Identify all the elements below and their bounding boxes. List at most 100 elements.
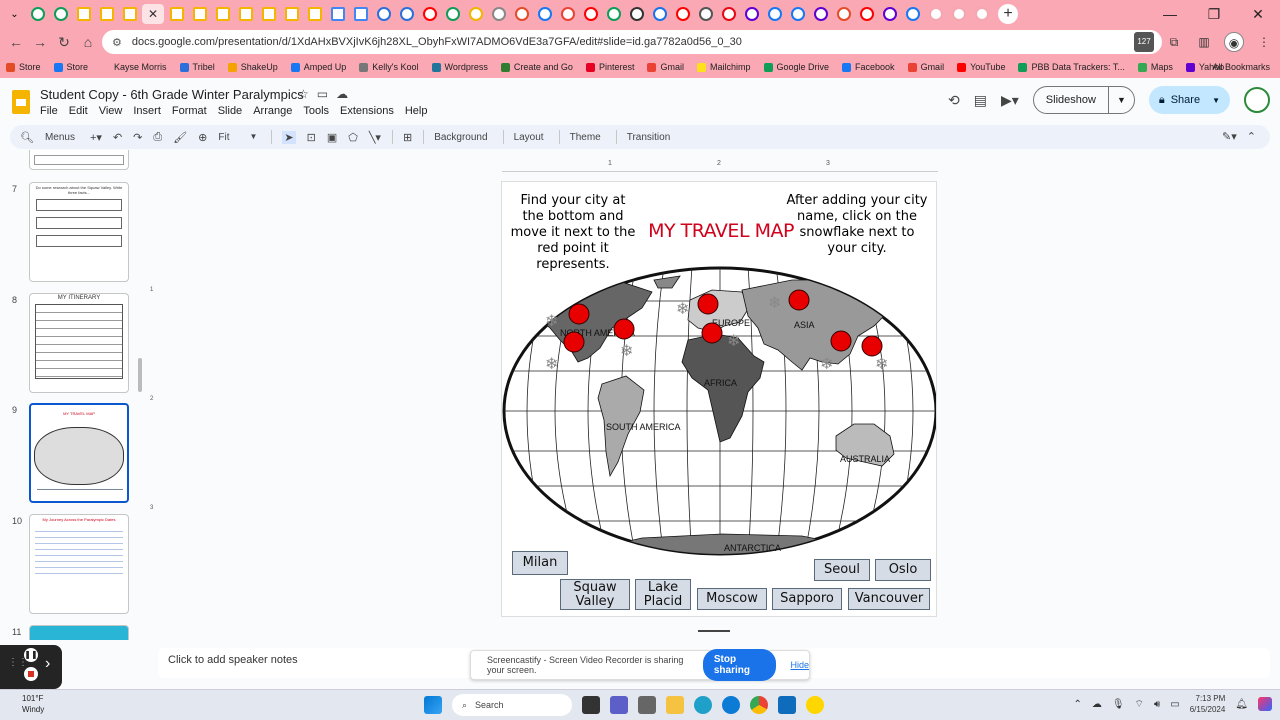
slide-thumbnail[interactable]: MY ITINERARY bbox=[29, 293, 129, 393]
active-browser-tab[interactable]: ✕ bbox=[142, 4, 164, 24]
browser-tab[interactable] bbox=[396, 4, 417, 24]
bookmark-item[interactable]: Wordpress bbox=[431, 62, 488, 72]
version-history-icon[interactable]: ⟲ bbox=[948, 92, 960, 109]
copilot-icon[interactable] bbox=[1258, 697, 1272, 711]
browser-tab[interactable] bbox=[626, 4, 647, 24]
notes-resize-handle[interactable] bbox=[698, 630, 730, 632]
snowflake-icon[interactable]: ❄ bbox=[545, 313, 558, 330]
browser-tab[interactable] bbox=[419, 4, 440, 24]
microphone-icon[interactable]: 🎙︎ bbox=[1112, 699, 1125, 710]
site-info-icon[interactable]: ⚙ bbox=[112, 36, 122, 49]
menu-extensions[interactable]: Extensions bbox=[340, 105, 394, 117]
collapse-toolbar-icon[interactable]: ⌃ bbox=[1247, 130, 1256, 143]
shape-icon[interactable]: ⬠ bbox=[348, 131, 358, 144]
bookmark-item[interactable]: PBB Data Trackers: T... bbox=[1018, 62, 1125, 72]
horizontal-ruler[interactable]: 1 2 3 bbox=[502, 160, 938, 172]
snowflake-icon[interactable]: ❄ bbox=[768, 295, 781, 312]
browser-tab[interactable] bbox=[166, 4, 187, 24]
windows-start-icon[interactable] bbox=[424, 696, 442, 714]
browser-menu-icon[interactable]: ⋮ bbox=[1254, 32, 1274, 52]
browser-tab[interactable] bbox=[212, 4, 233, 24]
bookmark-item[interactable]: ShakeUp bbox=[227, 62, 278, 72]
bookmark-item[interactable]: Facebook bbox=[842, 62, 895, 72]
browser-tab[interactable] bbox=[557, 4, 578, 24]
slides-logo-icon[interactable] bbox=[12, 90, 30, 114]
chevron-right-icon[interactable]: › bbox=[45, 655, 50, 673]
forward-icon[interactable]: → bbox=[28, 34, 52, 50]
hide-link[interactable]: Hide bbox=[790, 660, 809, 670]
chevron-down-icon[interactable]: ▼ bbox=[1109, 95, 1134, 105]
select-cursor-icon[interactable]: ➤ bbox=[282, 130, 296, 144]
layout-button[interactable]: Layout bbox=[514, 132, 544, 143]
browser-tab[interactable] bbox=[281, 4, 302, 24]
bookmark-item[interactable]: Google Drive bbox=[763, 62, 829, 72]
bookmark-item[interactable]: Mailchimp bbox=[696, 62, 751, 72]
edge-icon[interactable] bbox=[694, 696, 712, 714]
slideshow-label[interactable]: Slideshow bbox=[1034, 87, 1109, 113]
red-point[interactable] bbox=[613, 318, 635, 340]
stop-sharing-button[interactable]: Stop sharing bbox=[702, 649, 777, 681]
chevron-down-icon[interactable]: ▼ bbox=[1212, 96, 1220, 105]
calendar-extension-icon[interactable]: 127 bbox=[1134, 32, 1154, 52]
meet-video-icon[interactable]: ▶▾ bbox=[1001, 92, 1019, 109]
browser-tab[interactable] bbox=[465, 4, 486, 24]
browser-tab[interactable] bbox=[488, 4, 509, 24]
browser-tab[interactable] bbox=[649, 4, 670, 24]
battery-icon[interactable]: ▭ bbox=[1170, 699, 1179, 710]
all-bookmarks[interactable]: All Bookmarks bbox=[1212, 62, 1270, 72]
browser-tab[interactable] bbox=[925, 4, 946, 24]
browser-tab[interactable] bbox=[695, 4, 716, 24]
bookmark-item[interactable]: Gmail bbox=[907, 62, 944, 72]
weather-widget[interactable]: 101°F Windy bbox=[22, 693, 44, 715]
slide-thumbnail[interactable]: My Journey Across the Paralympic Dates bbox=[29, 514, 129, 614]
browser-tab[interactable] bbox=[948, 4, 969, 24]
back-icon[interactable]: ← bbox=[4, 34, 28, 50]
onedrive-icon[interactable]: ☁ bbox=[1092, 699, 1102, 710]
snowflake-icon[interactable]: ❄ bbox=[875, 356, 888, 373]
bookmark-item[interactable]: Kayse Morris bbox=[101, 62, 167, 72]
zoom-icon[interactable]: ⊕ bbox=[198, 131, 207, 144]
bookmark-item[interactable]: Pinterest bbox=[585, 62, 634, 72]
browser-tab[interactable] bbox=[50, 4, 71, 24]
browser-tab[interactable] bbox=[189, 4, 210, 24]
norton-icon[interactable] bbox=[806, 696, 824, 714]
menu-insert[interactable]: Insert bbox=[133, 105, 161, 117]
chrome-icon[interactable] bbox=[750, 696, 768, 714]
print-icon[interactable]: ⎙ bbox=[153, 131, 162, 144]
stop-recording-icon[interactable] bbox=[24, 667, 38, 681]
bookmark-item[interactable]: Store bbox=[53, 62, 88, 72]
document-title[interactable]: Student Copy - 6th Grade Winter Paralymp… bbox=[40, 87, 304, 102]
browser-tab[interactable] bbox=[971, 4, 992, 24]
star-icon[interactable]: ☆ bbox=[298, 87, 309, 101]
redo-icon[interactable]: ↷ bbox=[133, 131, 142, 144]
bookmark-item[interactable]: Amped Up bbox=[290, 62, 346, 72]
filmstrip-scrollbar[interactable] bbox=[138, 358, 142, 392]
browser-tab[interactable] bbox=[856, 4, 877, 24]
cloud-status-icon[interactable]: ☁ bbox=[336, 87, 348, 101]
snowflake-icon[interactable]: ❄ bbox=[820, 356, 833, 373]
browser-tab[interactable] bbox=[73, 4, 94, 24]
file-explorer-icon[interactable] bbox=[666, 696, 684, 714]
browser-tab[interactable] bbox=[741, 4, 762, 24]
address-bar[interactable]: ⚙ docs.google.com/presentation/d/1XdAHxB… bbox=[102, 30, 1162, 54]
bookmark-item[interactable]: Gmail bbox=[647, 62, 684, 72]
theme-button[interactable]: Theme bbox=[570, 132, 601, 143]
browser-tab[interactable] bbox=[235, 4, 256, 24]
bookmark-item[interactable]: Create and Go bbox=[500, 62, 573, 72]
browser-tab[interactable] bbox=[879, 4, 900, 24]
snowflake-icon[interactable]: ❄ bbox=[727, 333, 740, 350]
menu-edit[interactable]: Edit bbox=[69, 105, 88, 117]
menu-file[interactable]: File bbox=[40, 105, 58, 117]
add-comment-icon[interactable]: ⊞ bbox=[403, 131, 412, 144]
show-hidden-icons-icon[interactable]: ⌃ bbox=[1073, 699, 1081, 710]
red-point[interactable] bbox=[568, 303, 590, 325]
zoom-select[interactable]: Fit ▼ bbox=[218, 132, 257, 143]
browser-tab[interactable] bbox=[672, 4, 693, 24]
browser-tab[interactable] bbox=[119, 4, 140, 24]
menu-slide[interactable]: Slide bbox=[218, 105, 242, 117]
slideshow-button[interactable]: Slideshow ▼ bbox=[1032, 86, 1135, 114]
city-label-squaw-valley[interactable]: Squaw Valley bbox=[560, 579, 630, 610]
slide-thumbnail[interactable] bbox=[29, 150, 129, 170]
wifi-icon[interactable]: ⌔ bbox=[1135, 698, 1144, 711]
snowflake-icon[interactable]: ❄ bbox=[676, 301, 689, 318]
